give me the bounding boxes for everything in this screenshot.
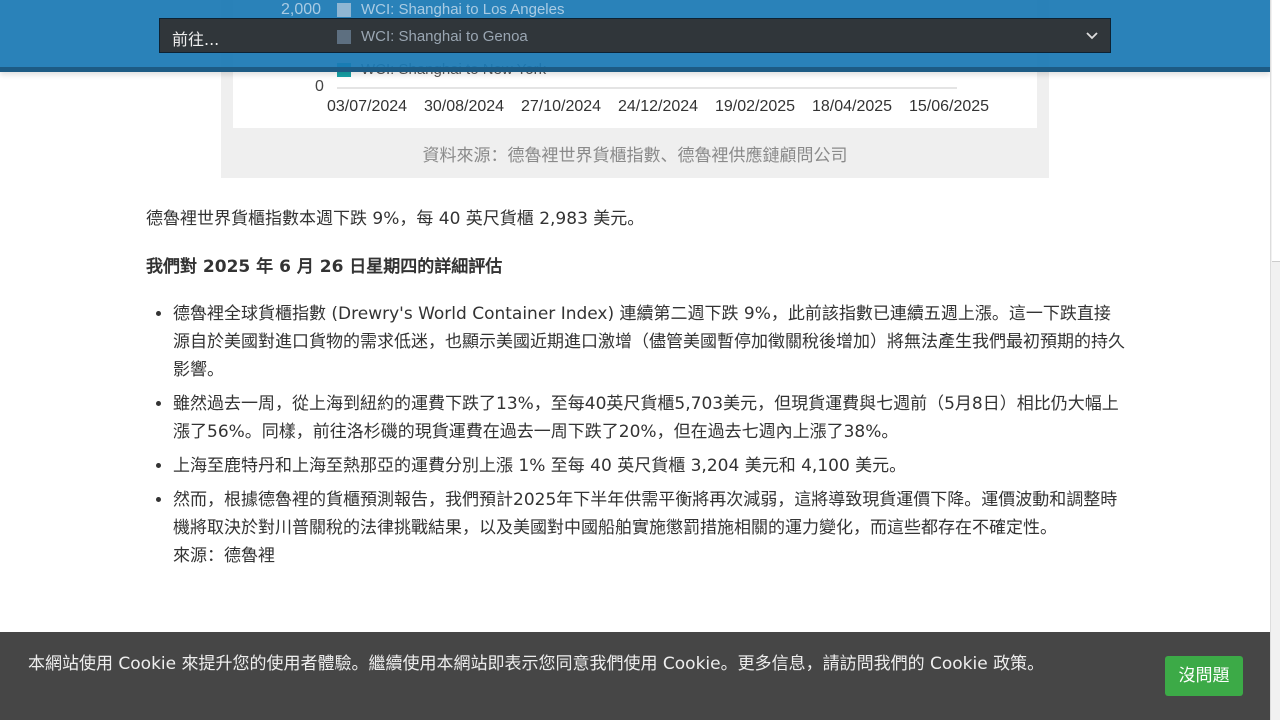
x-tick: 15/06/2025 xyxy=(909,98,990,115)
legend-item: WCI: Shanghai to Genoa xyxy=(337,28,528,46)
legend-swatch xyxy=(337,3,351,17)
legend-item: WCI: Shanghai to Los Angeles xyxy=(337,1,564,19)
navigation-select[interactable]: 前往... xyxy=(159,18,1111,53)
x-tick: 03/07/2024 xyxy=(327,98,408,115)
top-nav-bar: 前往... xyxy=(0,0,1270,72)
y-tick: 2,000 xyxy=(281,1,322,18)
legend-swatch xyxy=(337,30,351,44)
list-item: 雖然過去一周，從上海到紐約的運費下跌了13%，至每40英尺貨櫃5,703美元，但… xyxy=(173,390,1126,446)
figure-caption: 資料來源：德魯裡世界貨櫃指數、德魯裡供應鏈顧問公司 xyxy=(422,146,848,166)
cookie-message: 本網站使用 Cookie 來提升您的使用者體驗。繼續使用本網站即表示您同意我們使… xyxy=(28,654,1045,674)
legend-label: WCI: Shanghai to Los Angeles xyxy=(361,1,565,18)
legend-label: WCI: Shanghai to Genoa xyxy=(361,28,528,45)
x-tick: 18/04/2025 xyxy=(812,98,893,115)
x-axis-ticks: 03/07/2024 30/08/2024 27/10/2024 24/12/2… xyxy=(327,98,1006,116)
bullet-list: 德魯裡全球貨櫃指數 (Drewry's World Container Inde… xyxy=(146,300,1126,570)
list-item: 德魯裡全球貨櫃指數 (Drewry's World Container Inde… xyxy=(173,300,1126,384)
scrollbar[interactable] xyxy=(1270,0,1280,720)
list-item-text: 然而，根據德魯裡的貨櫃預測報告，我們預計2025年下半年供需平衡將再次減弱，這將… xyxy=(173,490,1118,538)
x-tick: 27/10/2024 xyxy=(521,98,602,115)
page: 2,000 0 WCI: Shanghai to Los Angeles WCI… xyxy=(0,0,1270,720)
intro-paragraph: 德魯裡世界貨櫃指數本週下跌 9%，每 40 英尺貨櫃 2,983 美元。 xyxy=(146,209,645,229)
section-heading: 我們對 2025 年 6 月 26 日星期四的詳細評估 xyxy=(146,257,503,277)
navigation-select-value: 前往... xyxy=(172,30,220,49)
chart-baseline xyxy=(337,87,957,89)
x-tick: 19/02/2025 xyxy=(715,98,796,115)
article-body: 德魯裡世界貨櫃指數本週下跌 9%，每 40 英尺貨櫃 2,983 美元。 我們對… xyxy=(146,205,1126,576)
scrollbar-thumb[interactable] xyxy=(1272,0,1280,262)
x-tick: 30/08/2024 xyxy=(424,98,505,115)
chevron-down-icon xyxy=(1084,25,1100,49)
x-tick: 24/12/2024 xyxy=(618,98,699,115)
list-item: 然而，根據德魯裡的貨櫃預測報告，我們預計2025年下半年供需平衡將再次減弱，這將… xyxy=(173,486,1126,570)
list-item: 上海至鹿特丹和上海至熱那亞的運費分別上漲 1% 至每 40 英尺貨櫃 3,204… xyxy=(173,452,1126,480)
source-note: 來源：德魯裡 xyxy=(173,546,275,566)
y-tick: 0 xyxy=(315,78,324,95)
cookie-banner: 本網站使用 Cookie 來提升您的使用者體驗。繼續使用本網站即表示您同意我們使… xyxy=(0,632,1270,720)
cookie-accept-button[interactable]: 沒問題 xyxy=(1165,656,1243,696)
